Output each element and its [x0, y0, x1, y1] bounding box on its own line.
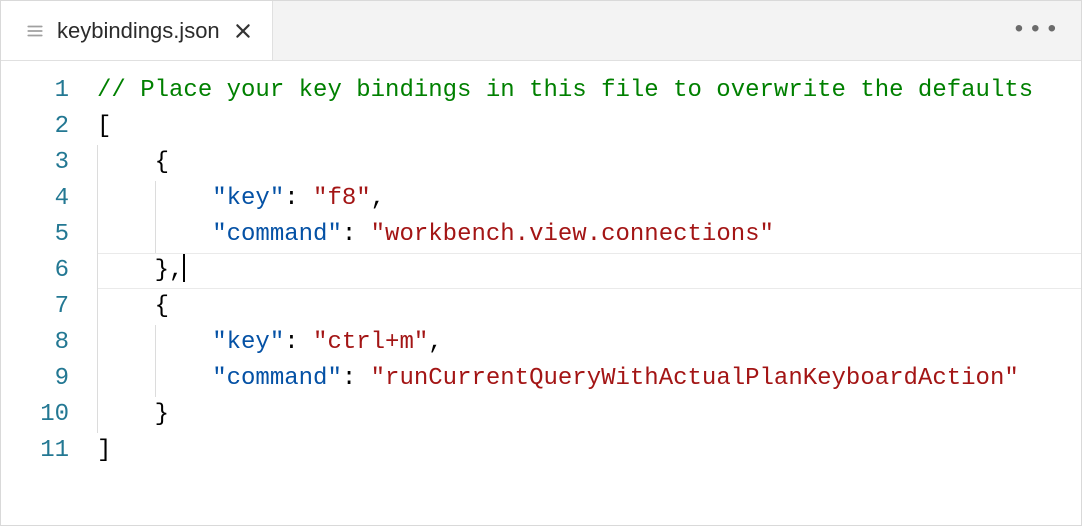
json-string: "f8" [313, 185, 371, 212]
json-key: "command" [212, 365, 342, 392]
comma: , [428, 329, 442, 356]
line-number: 2 [1, 109, 97, 145]
json-key: "key" [212, 185, 284, 212]
line-number: 6 [1, 253, 97, 289]
code-line[interactable]: "key": "ctrl+m", [97, 325, 1081, 361]
line-number: 11 [1, 433, 97, 469]
line-number: 10 [1, 397, 97, 433]
json-key: "command" [212, 221, 342, 248]
text-cursor [183, 254, 185, 282]
line-number: 7 [1, 289, 97, 325]
json-key: "key" [212, 329, 284, 356]
line-number: 9 [1, 361, 97, 397]
json-string: "workbench.view.connections" [371, 221, 774, 248]
line-number: 3 [1, 145, 97, 181]
tab-filename: keybindings.json [57, 18, 220, 44]
code-line[interactable]: { [97, 145, 1081, 181]
colon: : [342, 365, 371, 392]
code-line[interactable]: ] [97, 433, 1081, 469]
tab-more-actions[interactable]: ••• [1012, 1, 1061, 60]
code-line[interactable]: "command": "runCurrentQueryWithActualPla… [97, 361, 1081, 397]
code-line[interactable]: // Place your key bindings in this file … [97, 73, 1081, 109]
editor-window: keybindings.json ••• 1 2 3 4 5 6 7 8 9 1… [0, 0, 1082, 526]
line-number: 1 [1, 73, 97, 109]
colon: : [284, 329, 313, 356]
code-content[interactable]: // Place your key bindings in this file … [97, 73, 1081, 525]
colon: : [284, 185, 313, 212]
code-line[interactable]: "key": "f8", [97, 181, 1081, 217]
comment-text: // Place your key bindings in this file … [97, 77, 1033, 104]
line-number-gutter: 1 2 3 4 5 6 7 8 9 10 11 [1, 73, 97, 525]
file-icon [25, 21, 45, 41]
brace: { [155, 149, 169, 176]
tab-keybindings[interactable]: keybindings.json [1, 1, 273, 60]
comma: , [371, 185, 385, 212]
code-line[interactable]: { [97, 289, 1081, 325]
tab-close-button[interactable] [232, 20, 254, 42]
brace: }, [155, 257, 184, 284]
bracket: [ [97, 113, 111, 140]
brace: } [155, 401, 169, 428]
colon: : [342, 221, 371, 248]
code-line[interactable]: "command": "workbench.view.connections" [97, 217, 1081, 253]
code-line[interactable]: } [97, 397, 1081, 433]
bracket: ] [97, 437, 111, 464]
brace: { [155, 293, 169, 320]
line-number: 5 [1, 217, 97, 253]
code-line[interactable]: }, [97, 253, 1081, 289]
line-number: 8 [1, 325, 97, 361]
json-string: "ctrl+m" [313, 329, 428, 356]
code-editor[interactable]: 1 2 3 4 5 6 7 8 9 10 11 // Place your ke… [1, 61, 1081, 525]
json-string: "runCurrentQueryWithActualPlanKeyboardAc… [371, 365, 1019, 392]
tab-bar: keybindings.json ••• [1, 1, 1081, 61]
line-number: 4 [1, 181, 97, 217]
code-line[interactable]: [ [97, 109, 1081, 145]
